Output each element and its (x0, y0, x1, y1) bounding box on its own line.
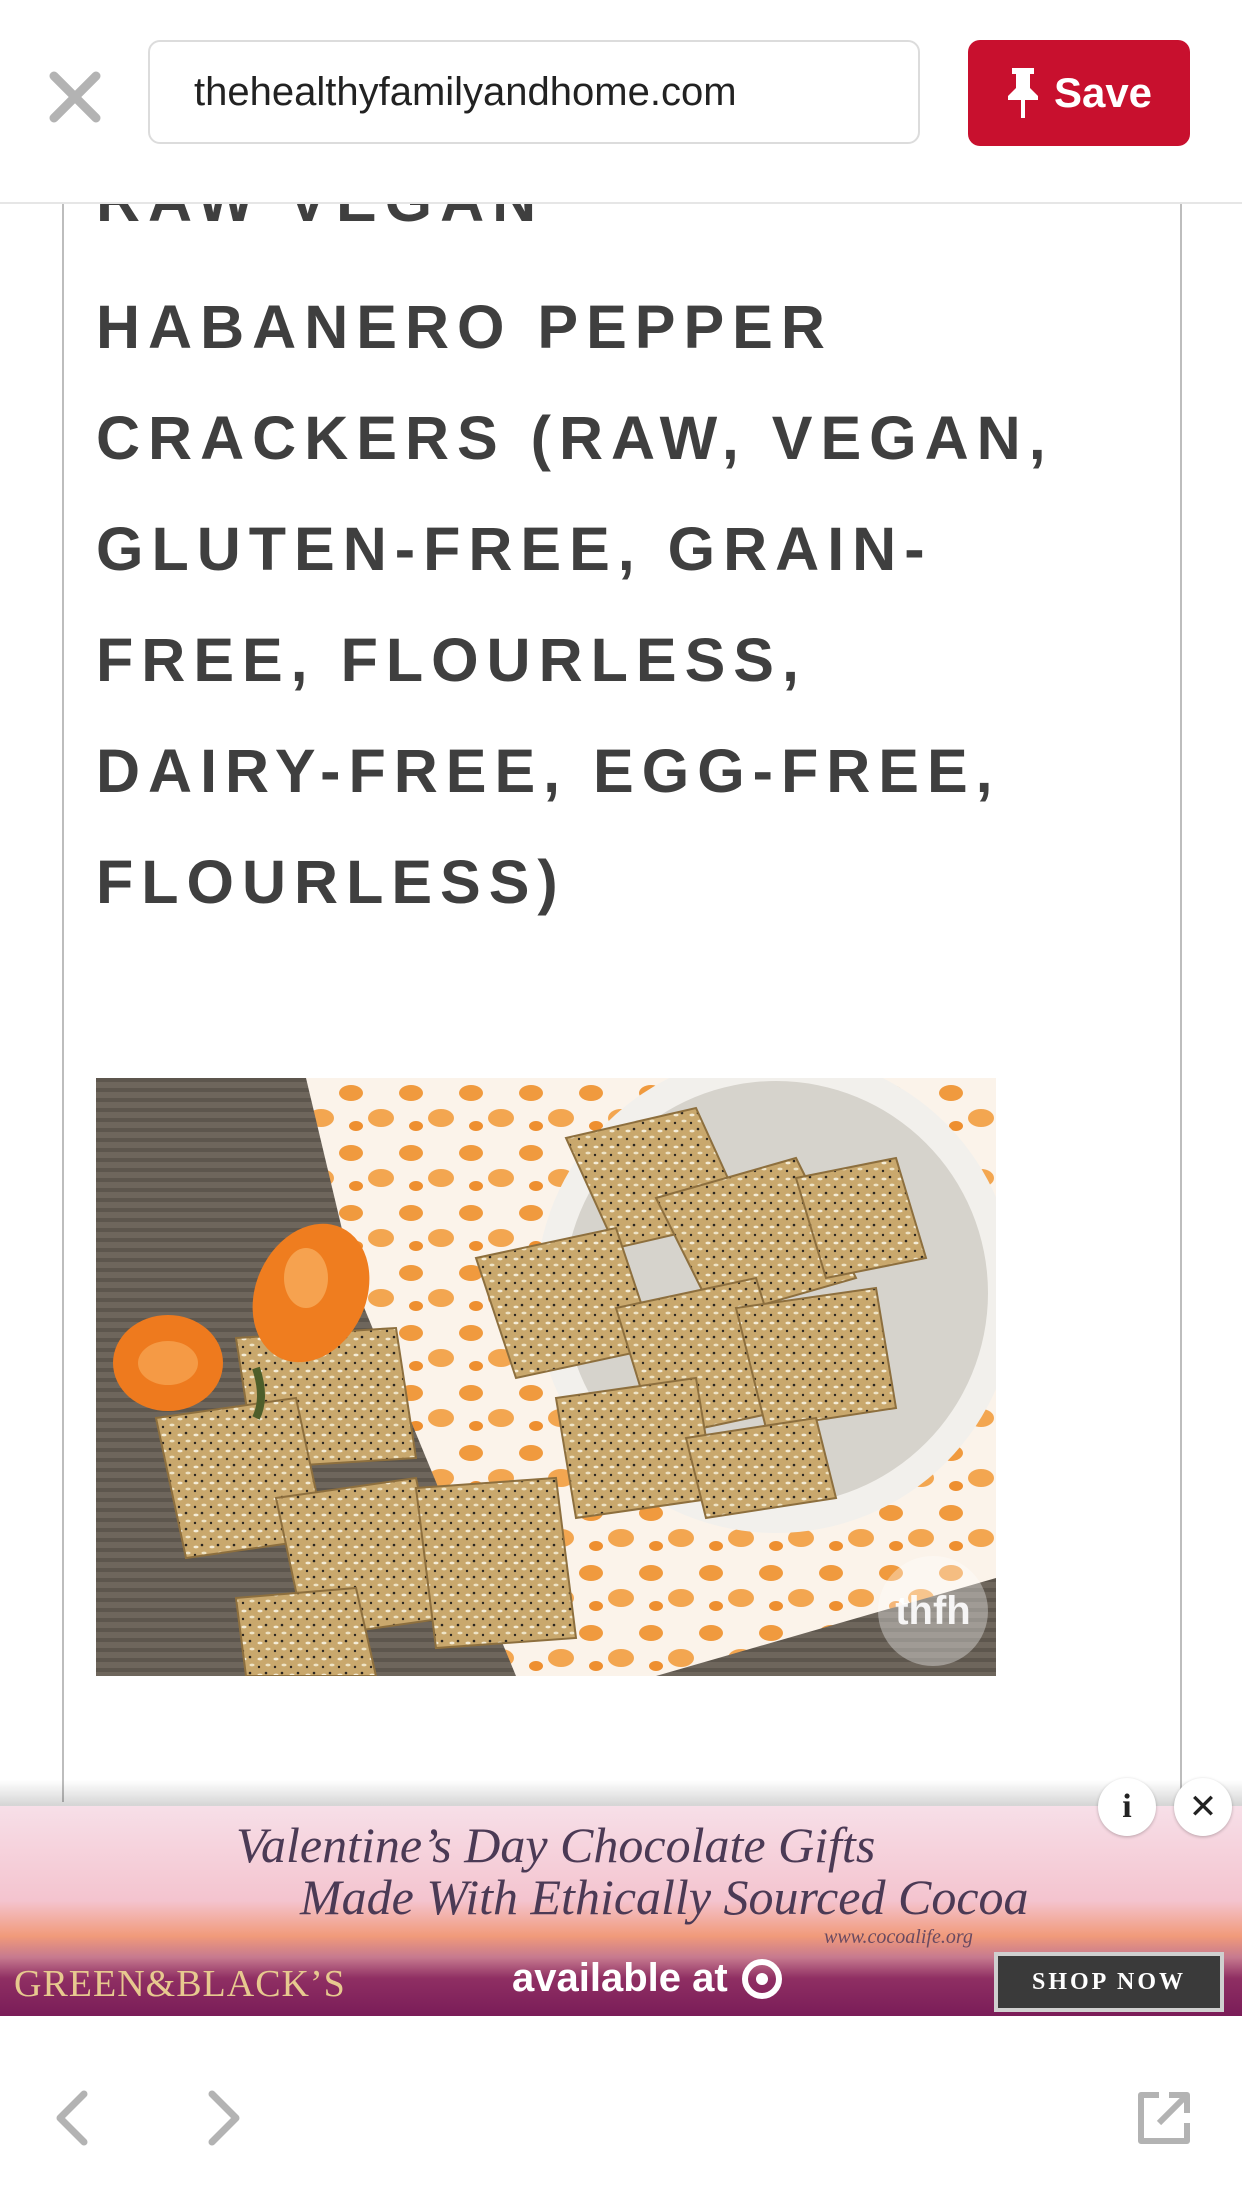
chevron-right-icon (208, 2090, 240, 2146)
ad-url: www.cocoalife.org (824, 1926, 973, 1948)
crackers-illustration (96, 1078, 996, 1676)
recipe-title: HABANERO PEPPER CRACKERS (RAW, VEGAN, GL… (96, 293, 1054, 916)
close-icon (49, 71, 101, 123)
ad-available-at: available at (512, 1956, 782, 2001)
recipe-photo[interactable]: thfh (96, 1078, 996, 1676)
open-external-button[interactable] (1132, 2086, 1196, 2150)
close-button[interactable] (40, 62, 110, 132)
photo-watermark: thfh (878, 1556, 988, 1666)
forward-button[interactable] (192, 2086, 256, 2150)
ad-close-button[interactable]: ✕ (1174, 1778, 1232, 1836)
back-button[interactable] (40, 2086, 104, 2150)
ad-available-text: available at (512, 1956, 728, 2000)
bottom-bar (0, 2016, 1242, 2208)
ad-shadow (0, 1780, 1242, 1808)
ad-banner[interactable]: Valentine’s Day Chocolate Gifts Made Wit… (0, 1806, 1242, 2016)
save-button[interactable]: Save (968, 40, 1190, 146)
ad-brand-logo: GREEN&BLACK’S (14, 1963, 346, 2005)
headline-partial: RAW VEGAN (96, 202, 544, 240)
chevron-left-icon (56, 2090, 88, 2146)
pin-icon (1007, 68, 1038, 118)
target-logo-icon (741, 1958, 782, 1999)
ad-headline-2: Made With Ethically Sourced Cocoa (300, 1869, 1029, 1925)
top-bar: thehealthyfamilyandhome.com Save (0, 0, 1242, 204)
url-text: thehealthyfamilyandhome.com (194, 69, 737, 114)
article-content: RAW VEGAN HABANERO PEPPER CRACKERS (RAW,… (62, 202, 1182, 1802)
ad-shop-now-button[interactable]: SHOP NOW (994, 1952, 1224, 2012)
ad-info-button[interactable]: i (1098, 1778, 1156, 1836)
external-link-icon (1138, 2092, 1190, 2144)
url-field[interactable]: thehealthyfamilyandhome.com (148, 40, 920, 144)
ad-headline-1: Valentine’s Day Chocolate Gifts (236, 1817, 876, 1873)
save-label: Save (1053, 69, 1153, 116)
